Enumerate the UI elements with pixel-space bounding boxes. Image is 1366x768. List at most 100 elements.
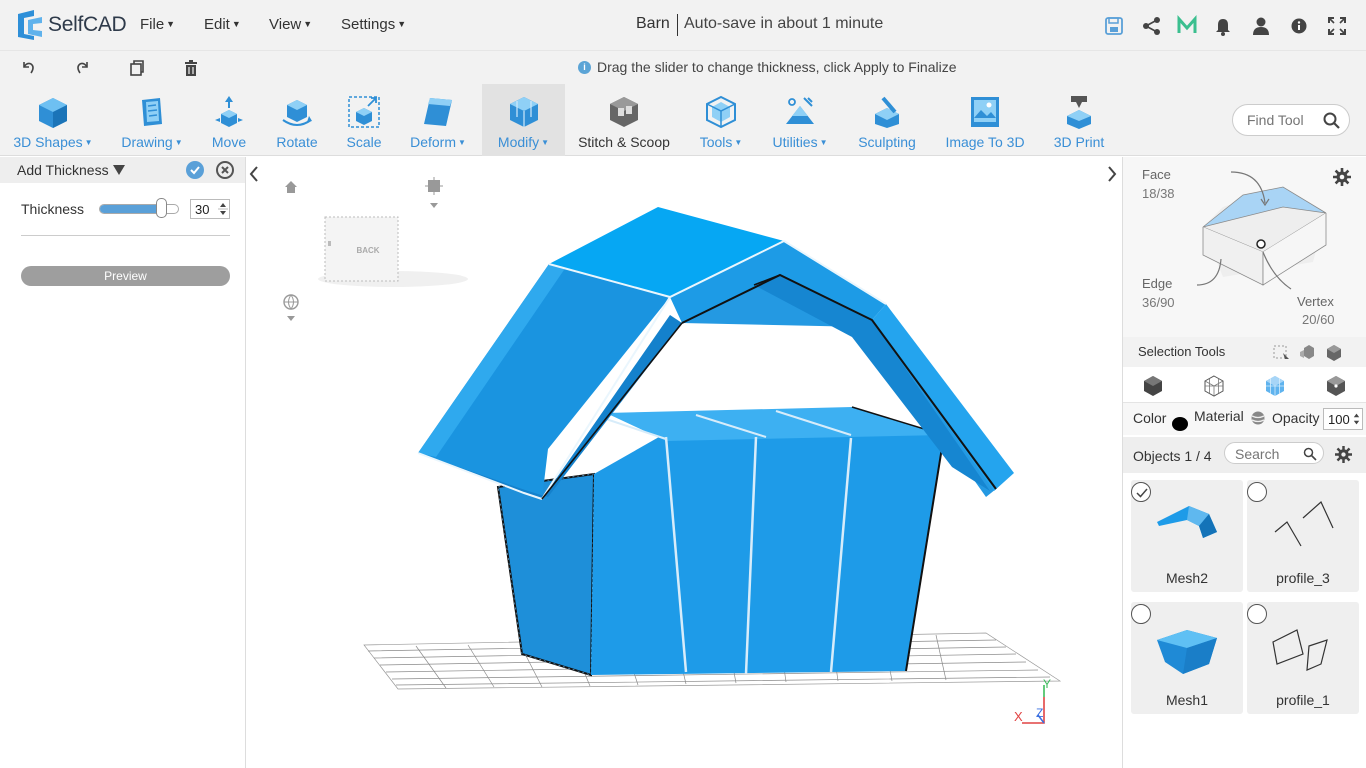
color-swatch[interactable] xyxy=(1172,417,1188,431)
divider xyxy=(21,235,230,236)
save-icon[interactable] xyxy=(1103,15,1125,37)
opacity-value[interactable]: 100 xyxy=(1328,412,1350,427)
face-label: Face xyxy=(1142,167,1171,182)
selection-settings-gear-icon[interactable] xyxy=(1333,168,1351,186)
tool-rotate[interactable]: Rotate xyxy=(266,84,328,156)
globe-view-icon[interactable] xyxy=(282,294,300,326)
collapse-left-panel-icon[interactable] xyxy=(248,165,260,183)
tool-scale[interactable]: Scale xyxy=(336,84,392,156)
apply-check-icon[interactable] xyxy=(186,161,204,179)
undo-icon[interactable] xyxy=(18,58,38,78)
mesh1-barn-body[interactable] xyxy=(496,406,945,677)
search-icon[interactable] xyxy=(1322,111,1342,131)
tool-deform[interactable]: Deform ▼ xyxy=(402,84,474,156)
find-tool-input[interactable] xyxy=(1247,112,1327,128)
deform-icon xyxy=(424,98,452,126)
user-icon[interactable] xyxy=(1250,15,1272,37)
menu-edit[interactable]: Edit ▼ xyxy=(204,16,241,33)
title-separator xyxy=(677,14,678,36)
fullscreen-icon[interactable] xyxy=(1326,15,1348,37)
selection-mode-row xyxy=(1123,367,1366,403)
material-icon[interactable] xyxy=(1250,410,1266,426)
tool-3d-print[interactable]: 3D Print xyxy=(1044,84,1114,156)
object-card-mesh1[interactable]: Mesh1 xyxy=(1131,602,1243,714)
tool-stitch-scoop[interactable]: Stitch & Scoop xyxy=(574,84,674,156)
object-card-profile-3[interactable]: profile_3 xyxy=(1247,480,1359,592)
profile-1-thumbnail xyxy=(1272,629,1328,671)
menu-settings[interactable]: Settings ▼ xyxy=(341,16,406,33)
tool-drawing[interactable]: Drawing ▼ xyxy=(112,84,192,156)
search-icon[interactable] xyxy=(1303,447,1317,461)
view-cube[interactable]: BACK xyxy=(318,211,468,291)
object-card-mesh2[interactable]: Mesh2 xyxy=(1131,480,1243,592)
document-title[interactable]: Barn xyxy=(636,15,670,33)
info-dot-icon: i xyxy=(578,60,591,74)
find-tool-field[interactable] xyxy=(1232,104,1350,136)
view-cube-face-label: BACK xyxy=(356,246,379,255)
home-view-icon[interactable] xyxy=(283,179,299,195)
tool-sculpting[interactable]: Sculpting xyxy=(850,84,924,156)
mesh2-thumbnail xyxy=(1157,506,1217,538)
objects-search-field[interactable] xyxy=(1224,442,1324,464)
collapse-right-panel-icon[interactable] xyxy=(1106,165,1118,183)
3d-viewport[interactable]: X Y Z BACK xyxy=(246,157,1122,768)
tool-ribbon: 3D Shapes▼ Drawing▼ Move Rotate Scale xyxy=(0,84,1366,156)
object-name: Mesh1 xyxy=(1165,692,1209,708)
objects-settings-gear-icon[interactable] xyxy=(1335,446,1352,463)
axis-y-label: Y xyxy=(1043,677,1051,691)
thickness-stepper[interactable]: 30 xyxy=(190,199,230,219)
tool-utilities[interactable]: Utilities ▼ xyxy=(764,84,836,156)
thickness-slider-handle[interactable] xyxy=(156,198,167,218)
select-all-icon[interactable] xyxy=(1325,344,1343,362)
preview-button[interactable]: Preview xyxy=(21,266,230,286)
menu-file[interactable]: File ▼ xyxy=(140,16,175,33)
tool-image-to-3d[interactable]: Image To 3D xyxy=(940,84,1030,156)
panel-title: Add Thickness xyxy=(17,162,109,178)
opacity-stepper[interactable]: 100 xyxy=(1323,408,1363,430)
close-icon[interactable] xyxy=(216,161,234,179)
action-bar: i Drag the slider to change thickness, c… xyxy=(0,50,1366,84)
3d-print-icon xyxy=(1067,96,1091,129)
mesh1-thumbnail xyxy=(1157,630,1217,674)
object-card-profile-1[interactable]: profile_1 xyxy=(1247,602,1359,714)
redo-icon[interactable] xyxy=(73,58,93,78)
wireframe-mode-icon[interactable] xyxy=(1202,374,1226,398)
delete-icon[interactable] xyxy=(181,58,201,78)
menu-view[interactable]: View ▼ xyxy=(269,16,312,33)
select-similar-icon[interactable] xyxy=(1299,344,1319,362)
image-to-3d-icon xyxy=(971,97,999,127)
appearance-row: Color Material Opacity 100 xyxy=(1123,403,1366,435)
opacity-spinner-icon[interactable] xyxy=(1352,411,1361,427)
tool-3d-shapes[interactable]: 3D Shapes ▼ xyxy=(8,84,98,156)
box-select-icon[interactable] xyxy=(1273,345,1291,361)
logo-icon xyxy=(18,10,42,40)
m-brand-icon[interactable] xyxy=(1176,15,1198,37)
collapse-triangle-icon[interactable] xyxy=(113,165,125,175)
edge-count: 36/90 xyxy=(1142,295,1175,310)
object-mode-icon[interactable] xyxy=(1141,374,1165,398)
opacity-label: Opacity xyxy=(1272,410,1320,426)
objects-search-input[interactable] xyxy=(1235,446,1301,462)
thickness-slider-fill xyxy=(100,205,161,213)
objects-grid: Mesh2 profile_3 Mesh1 profile_1 xyxy=(1123,473,1366,768)
hint-message: i Drag the slider to change thickness, c… xyxy=(578,59,957,75)
bell-icon[interactable] xyxy=(1212,15,1234,37)
vertex-mode-icon[interactable] xyxy=(1324,374,1348,398)
thickness-slider[interactable] xyxy=(99,204,179,214)
info-icon[interactable] xyxy=(1288,15,1310,37)
thickness-value[interactable]: 30 xyxy=(195,202,209,217)
selfcad-logo[interactable]: SelfCAD xyxy=(16,10,127,40)
pan-view-icon[interactable] xyxy=(425,177,443,213)
spinner-arrows-icon[interactable] xyxy=(218,201,228,217)
axis-x-label: X xyxy=(1014,709,1023,724)
color-label: Color xyxy=(1133,410,1167,426)
tool-tools[interactable]: Tools ▼ xyxy=(690,84,752,156)
copy-icon[interactable] xyxy=(127,58,147,78)
tool-move[interactable]: Move xyxy=(200,84,258,156)
tool-modify[interactable]: Modify ▼ xyxy=(482,84,565,156)
selection-mode-cube[interactable] xyxy=(1183,167,1333,302)
modify-icon xyxy=(509,97,538,127)
sculpting-icon xyxy=(875,96,899,128)
share-icon[interactable] xyxy=(1141,15,1163,37)
face-mode-icon[interactable] xyxy=(1263,374,1287,398)
